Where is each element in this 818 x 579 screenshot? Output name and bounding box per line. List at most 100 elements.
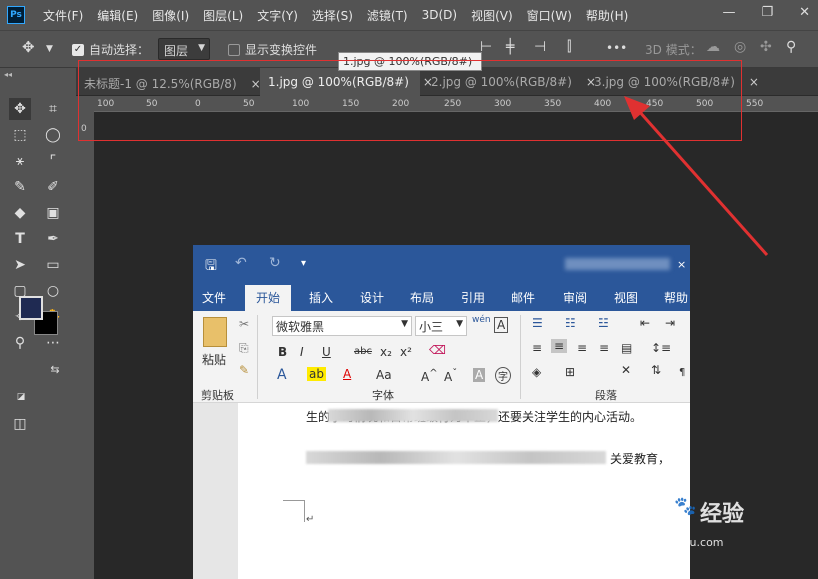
annotation-highlight-box	[78, 60, 742, 141]
default-colors-icon[interactable]: ◪	[10, 386, 32, 408]
doc-line-2-end: 关爱教育，	[610, 452, 671, 466]
word-tab-view: 视图	[614, 291, 639, 305]
ellipse-tool-icon[interactable]: ○	[42, 280, 64, 302]
minimize-button[interactable]: —	[722, 5, 735, 20]
menu-layer[interactable]: 图层(L)	[203, 7, 243, 24]
grow-font-icon: A^	[421, 368, 438, 384]
blurred-text	[328, 409, 498, 422]
char-shading-icon: A	[473, 368, 486, 382]
more-tools-icon[interactable]: ⋯	[42, 332, 64, 354]
pan-3d-icon[interactable]: ✣	[760, 39, 772, 55]
align-right-icon[interactable]: ⊣	[534, 39, 546, 55]
eyedropper-icon[interactable]: ✎	[9, 176, 31, 198]
collapse-icon[interactable]: ◂◂	[4, 70, 12, 79]
word-tab-review: 审阅	[563, 291, 588, 305]
move-tool-icon[interactable]: ✥	[22, 38, 35, 56]
close-icon[interactable]: ×	[749, 75, 759, 89]
close-icon: ×	[677, 258, 687, 271]
watermark-brand-b: 经验	[700, 502, 745, 527]
close-button[interactable]: ✕	[799, 5, 810, 20]
show-transform-label: 显示变换控件	[245, 43, 318, 57]
artboard-tool-icon[interactable]: ⌗	[42, 98, 64, 120]
layer-select-dropdown[interactable]: 图层 ▼	[158, 38, 210, 60]
foreground-color-swatch[interactable]	[19, 296, 43, 320]
orbit-3d-icon[interactable]: ☁	[706, 39, 720, 55]
magic-wand-icon[interactable]: ⚹	[9, 150, 31, 172]
enclose-char-icon: 字	[495, 367, 511, 384]
roll-3d-icon[interactable]: ◎	[734, 39, 746, 55]
lasso-tool-icon[interactable]: ◯	[42, 124, 64, 146]
quick-mask-icon[interactable]: ◫	[9, 413, 31, 435]
chevron-down-icon: ▼	[456, 319, 463, 329]
chevron-down-icon: ▼	[401, 319, 408, 329]
show-marks-icon: ¶	[679, 367, 686, 378]
word-tab-references: 引用	[461, 291, 486, 305]
type-tool-icon[interactable]: T	[9, 228, 31, 250]
show-transform-checkbox[interactable]	[228, 44, 240, 56]
watermark-brand-a: Bai	[622, 494, 669, 524]
eraser-tool-icon[interactable]: ◆	[9, 202, 31, 224]
word-tab-insert: 插入	[309, 291, 334, 305]
pen-tool-icon[interactable]: ✒	[42, 228, 64, 250]
font-color-icon: A	[343, 367, 352, 381]
marquee-tool-icon[interactable]: ⬚	[9, 124, 31, 146]
auto-select-checkbox[interactable]: ✓	[72, 44, 84, 56]
menu-window[interactable]: 窗口(W)	[527, 7, 572, 24]
baidu-watermark: Bai 🐾 经验 jingyan.baidu.com	[622, 488, 772, 558]
rectangle-tool-icon[interactable]: ▭	[42, 254, 64, 276]
ruler-tick: 550	[746, 99, 764, 109]
font-group-label: 字体	[372, 389, 394, 402]
paragraph-mark: ↵	[306, 514, 315, 525]
photoshop-logo: Ps	[7, 6, 25, 24]
char-border-icon: A	[494, 317, 509, 333]
crop-tool-icon[interactable]: ⌜	[42, 150, 64, 172]
align-left-icon: ≡	[532, 341, 543, 355]
menu-select[interactable]: 选择(S)	[312, 7, 353, 24]
word-ribbon: 粘贴 ✂ ⎘ ✎ 微软雅黑 ▼ 小三 ▼ wén A B I U abc x₂ x²…	[193, 311, 690, 403]
align-center-icon: ≡	[551, 339, 568, 353]
bullets-icon: ☰	[532, 316, 543, 330]
gradient-tool-icon[interactable]: ▣	[42, 202, 64, 224]
blurred-title	[565, 258, 670, 270]
menu-edit[interactable]: 编辑(E)	[97, 7, 138, 24]
redo-icon: ↻	[269, 255, 281, 271]
swap-colors-icon[interactable]: ⇆	[44, 358, 66, 380]
asian-layout-icon: ✕	[621, 363, 632, 377]
word-tab-mailings: 邮件	[511, 291, 536, 305]
chevron-down-icon[interactable]: ▼	[46, 44, 53, 54]
word-screenshot-image: 🖫 ↶ ↻ ▾ × 文件 开始 插入 设计 布局 引用 邮件 审阅 视图 帮助 …	[193, 245, 690, 579]
menu-view[interactable]: 视图(V)	[471, 7, 513, 24]
menu-file[interactable]: 文件(F)	[43, 7, 83, 24]
decrease-indent-icon: ⇤	[640, 316, 651, 330]
font-size-box: 小三 ▼	[415, 316, 467, 336]
menu-image[interactable]: 图像(I)	[152, 7, 189, 24]
align-center-icon[interactable]: ╪	[506, 39, 514, 55]
cut-icon: ✂	[239, 317, 250, 331]
menu-filter[interactable]: 滤镜(T)	[367, 7, 408, 24]
bold-icon: B	[278, 345, 288, 359]
move-tool-icon[interactable]: ✥	[9, 98, 31, 120]
highlight-icon: ab	[307, 367, 326, 381]
font-name-value: 微软雅黑	[276, 320, 325, 334]
text-effects-icon: A	[277, 367, 287, 383]
subscript-icon: x₂	[380, 345, 392, 359]
search-icon[interactable]: ⚲	[786, 39, 796, 55]
word-title-bar: 🖫 ↶ ↻ ▾ ×	[193, 245, 690, 283]
menu-help[interactable]: 帮助(H)	[586, 7, 628, 24]
font-name-box: 微软雅黑 ▼	[272, 316, 412, 336]
distribute-icon[interactable]: ⫿	[567, 39, 571, 55]
brush-tool-icon[interactable]: ✐	[42, 176, 64, 198]
line-spacing-icon: ↕≡	[651, 341, 672, 355]
align-right-icon: ≡	[577, 341, 588, 355]
borders-icon: ⊞	[565, 365, 576, 379]
path-select-icon[interactable]: ➤	[9, 254, 31, 276]
window-controls: — ❐ ✕	[722, 5, 810, 20]
maximize-button[interactable]: ❐	[761, 5, 773, 20]
more-options-button[interactable]: •••	[606, 41, 627, 55]
vertical-ruler: 0	[76, 96, 94, 579]
zoom-tool-icon[interactable]: ⚲	[9, 332, 31, 354]
menu-3d[interactable]: 3D(D)	[422, 8, 457, 22]
justify-icon: ≡	[599, 341, 610, 355]
menu-type[interactable]: 文字(Y)	[257, 7, 298, 24]
change-case-icon: Aa	[376, 368, 392, 382]
